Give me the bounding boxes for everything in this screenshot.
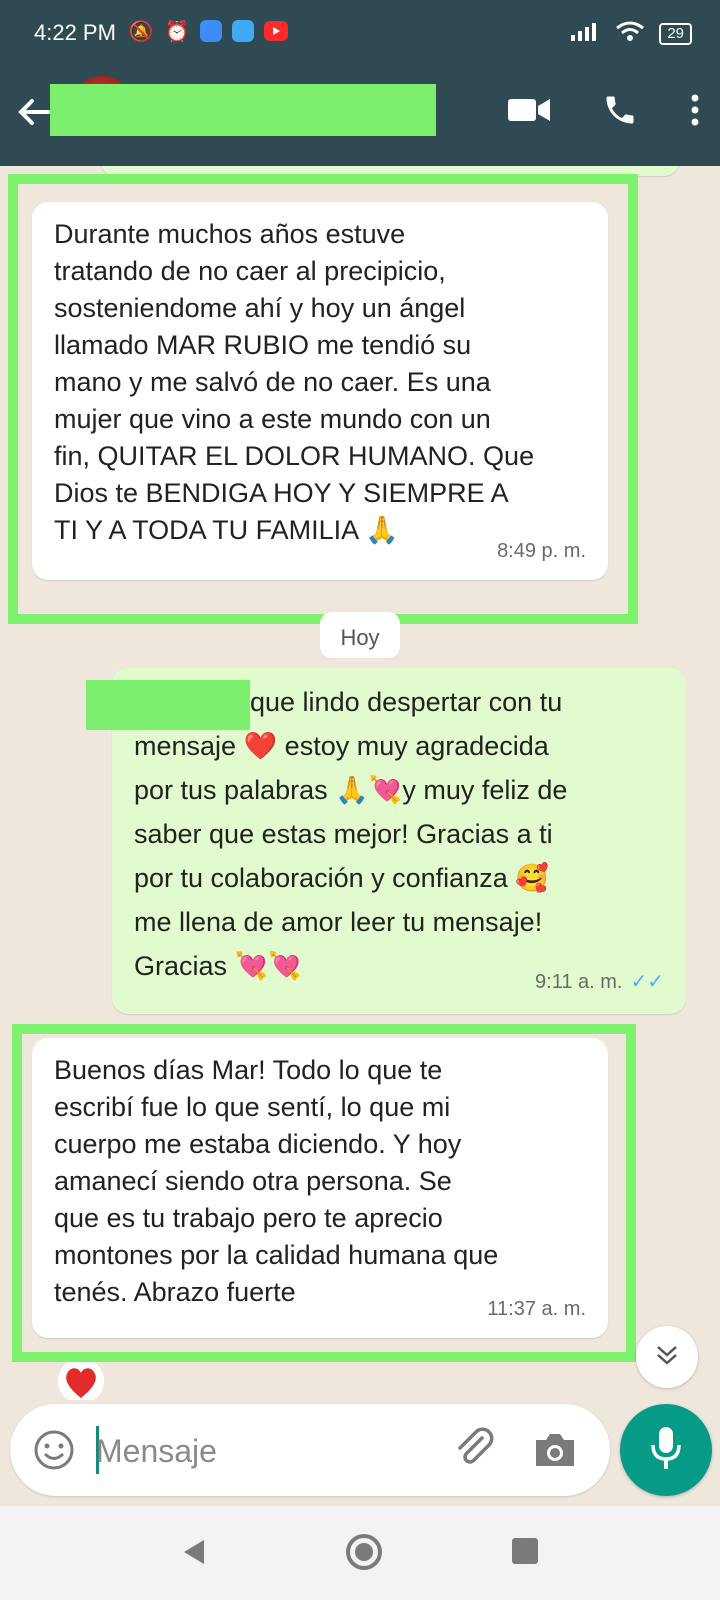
double-chevron-down-icon	[654, 1342, 680, 1373]
chat-app-icon	[232, 20, 254, 42]
camera-icon[interactable]	[530, 1426, 580, 1474]
chat-header	[0, 66, 720, 166]
highlight-box	[8, 174, 638, 624]
video-call-icon[interactable]	[508, 96, 550, 129]
voice-record-button[interactable]	[620, 1404, 712, 1496]
nav-home-icon[interactable]	[344, 1532, 384, 1577]
messages-app-icon	[200, 20, 222, 42]
header-actions	[508, 92, 700, 133]
reaction-heart-icon[interactable]	[58, 1358, 104, 1400]
battery-indicator: 29	[659, 22, 692, 45]
status-bar: 4:22 PM 🔕 ⏰ 29	[0, 0, 720, 66]
nav-back-icon[interactable]	[180, 1538, 208, 1571]
message-compose-bar	[10, 1404, 610, 1496]
status-system-icons: 29	[571, 20, 692, 47]
microphone-icon	[650, 1425, 682, 1476]
signal-icon	[571, 21, 601, 46]
phone-icon[interactable]	[602, 92, 638, 133]
highlight-box	[12, 1024, 636, 1362]
scroll-to-bottom-button[interactable]	[636, 1326, 698, 1388]
nav-recent-apps-icon[interactable]	[512, 1538, 538, 1564]
alarm-icon: ⏰	[164, 20, 190, 43]
read-ticks-icon: ✓✓	[630, 971, 664, 993]
attachment-clip-icon[interactable]	[450, 1424, 498, 1472]
contact-name-redacted[interactable]	[50, 84, 436, 136]
message-time-label: 9:11 a. m.	[535, 971, 623, 993]
message-input[interactable]	[94, 1422, 438, 1480]
wifi-icon	[615, 20, 645, 47]
back-arrow-icon[interactable]	[14, 92, 54, 132]
redacted-name-inline	[86, 680, 250, 730]
youtube-icon	[264, 21, 288, 41]
more-vert-icon[interactable]	[690, 93, 700, 132]
mute-bell-icon: 🔕	[128, 20, 154, 43]
message-time: 9:11 a. m. ✓✓	[535, 960, 664, 1004]
status-notification-icons: 🔕 ⏰	[128, 18, 288, 44]
date-separator: Hoy	[320, 612, 400, 658]
emoji-icon[interactable]	[30, 1426, 78, 1474]
status-time: 4:22 PM	[34, 20, 116, 45]
system-navigation-bar	[0, 1506, 720, 1600]
chat-area[interactable]: Durante muchos años estuve tratando de n…	[0, 166, 720, 1400]
